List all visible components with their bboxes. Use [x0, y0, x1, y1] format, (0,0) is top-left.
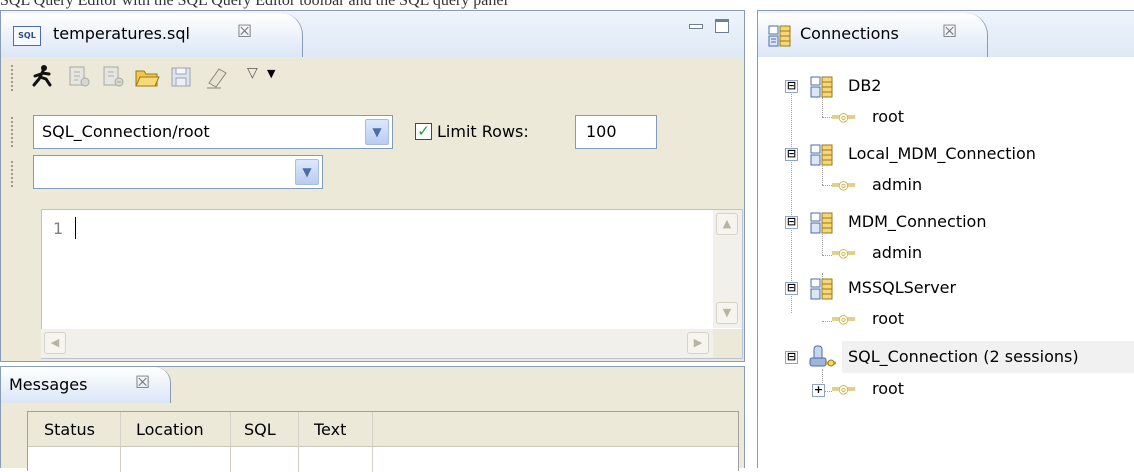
session-user-icon: ═◎═ [832, 382, 855, 396]
database-icon [810, 144, 834, 170]
tree-node-label: admin [872, 175, 923, 194]
tree-node-label: SQL_Connection (2 sessions) [848, 347, 1079, 366]
connections-icon [768, 25, 792, 51]
collapse-icon[interactable]: ⊟ [785, 80, 798, 93]
run-icon[interactable] [29, 63, 57, 91]
tree-connector [822, 117, 832, 119]
top-caption: SQL Query Editor with the SQL Query Edit… [0, 0, 508, 9]
tree-node-label: root [872, 379, 905, 398]
save-icon[interactable] [167, 63, 195, 91]
column-header-text[interactable]: Text [314, 420, 346, 439]
toolbar-grip[interactable] [11, 117, 17, 147]
collapse-icon[interactable]: ⊟ [785, 216, 798, 229]
session-user-icon: ═◎═ [832, 246, 855, 260]
column-divider [372, 412, 373, 472]
editor-tab[interactable]: SQL temperatures.sql ☒ [1, 13, 303, 57]
tree-node-label: DB2 [848, 76, 882, 95]
messages-tab[interactable]: Messages ☒ [1, 367, 171, 403]
messages-table-header [28, 412, 738, 447]
scroll-right-icon[interactable]: ▶ [687, 332, 709, 354]
tree-connector [822, 321, 832, 323]
close-icon[interactable]: ☒ [135, 373, 150, 393]
run-line-icon[interactable] [65, 63, 93, 91]
collapse-icon[interactable]: ⊟ [785, 351, 798, 364]
view-menu-icon[interactable]: ▽ [247, 65, 258, 81]
scroll-up-icon[interactable]: ▲ [716, 213, 738, 235]
collapse-icon[interactable]: ⊟ [785, 282, 798, 295]
connections-tab[interactable]: Connections ☒ [758, 13, 988, 57]
sql-file-icon: SQL [13, 26, 41, 46]
active-connection-icon [808, 345, 838, 373]
limit-rows-input[interactable]: 100 [575, 115, 657, 149]
scroll-left-icon[interactable]: ◀ [44, 332, 66, 354]
tree-node-mssqlserver[interactable]: ⊟ MSSQLServer [758, 273, 1134, 303]
session-user-icon: ═◎═ [832, 312, 855, 326]
chevron-down-icon[interactable]: ▼ [295, 159, 319, 185]
session-user-icon: ═◎═ [832, 178, 855, 192]
tree-node-db2[interactable]: ⊟ DB2 [758, 71, 1134, 101]
toolbar-grip[interactable] [11, 65, 17, 91]
tree-node-label: MDM_Connection [848, 212, 987, 231]
column-header-sql[interactable]: SQL [244, 420, 276, 439]
dropdown-arrow-icon[interactable]: ▼ [267, 67, 275, 80]
tree-node-label: Local_MDM_Connection [848, 144, 1036, 163]
connection-select[interactable]: SQL_Connection/root ▼ [33, 115, 393, 149]
scroll-corner [713, 329, 742, 358]
column-header-location[interactable]: Location [136, 420, 204, 439]
horizontal-scrollbar[interactable]: ◀ ▶ [41, 329, 713, 358]
scroll-down-icon[interactable]: ▼ [716, 302, 738, 324]
chevron-down-icon[interactable]: ▼ [365, 119, 389, 145]
editor-tab-title: temperatures.sql [53, 24, 190, 43]
tree-node-local-mdm-connection[interactable]: ⊟ Local_MDM_Connection [758, 139, 1134, 169]
session-user-icon: ═◎═ [832, 110, 855, 124]
column-divider [230, 412, 231, 472]
close-icon[interactable]: ☒ [237, 22, 252, 42]
maximize-icon[interactable] [715, 19, 729, 33]
close-icon[interactable]: ☒ [942, 22, 957, 42]
tree-node-label: root [872, 309, 905, 328]
tree-node-mdm-connection[interactable]: ⊟ MDM_Connection [758, 207, 1134, 237]
connection-select-value: SQL_Connection/root [42, 122, 210, 141]
tree-node-label: root [872, 107, 905, 126]
column-header-status[interactable]: Status [44, 420, 95, 439]
database-icon [810, 278, 834, 304]
toolbar-grip[interactable] [11, 161, 17, 187]
limit-rows-checkbox[interactable]: ✓ [415, 123, 432, 140]
sql-editor-view: SQL temperatures.sql ☒ ▽ ▼ SQL_Connectio… [0, 10, 745, 362]
database-icon [810, 212, 834, 238]
database-icon [810, 76, 834, 102]
vertical-scrollbar[interactable]: ▲ ▼ [713, 210, 742, 328]
messages-view: Messages ☒ Status Location SQL Text [0, 366, 745, 472]
messages-tab-title: Messages [9, 375, 88, 394]
tree-connector [822, 185, 832, 187]
minimize-icon[interactable] [687, 17, 703, 33]
connections-view: Connections ☒ ⊟ DB2 ═◎═ root ⊟ Local_MDM… [757, 10, 1134, 468]
column-divider [298, 412, 299, 472]
tree-node-sql-connection[interactable]: ⊟ SQL_Connection (2 sessions) [758, 341, 1134, 373]
tree-connector [822, 255, 832, 257]
messages-table: Status Location SQL Text [27, 411, 739, 472]
collapse-icon[interactable]: ⊟ [785, 148, 798, 161]
connections-tab-title: Connections [800, 24, 899, 43]
clear-icon[interactable] [203, 63, 231, 91]
tree-node-label: admin [872, 243, 923, 262]
run-selection-icon[interactable] [99, 63, 127, 91]
catalog-select[interactable]: ▼ [33, 155, 323, 189]
open-file-icon[interactable] [133, 63, 161, 91]
expand-icon[interactable]: + [812, 384, 825, 397]
column-divider [120, 412, 121, 472]
tree-node-label: MSSQLServer [848, 278, 957, 297]
line-number: 1 [53, 219, 64, 238]
limit-rows-value: 100 [586, 122, 617, 141]
limit-rows-label: Limit Rows: [437, 122, 529, 141]
sql-toolbar: ▽ ▼ SQL_Connection/root ▼ ✓ Limit Rows: … [1, 57, 744, 193]
text-caret [75, 217, 76, 239]
